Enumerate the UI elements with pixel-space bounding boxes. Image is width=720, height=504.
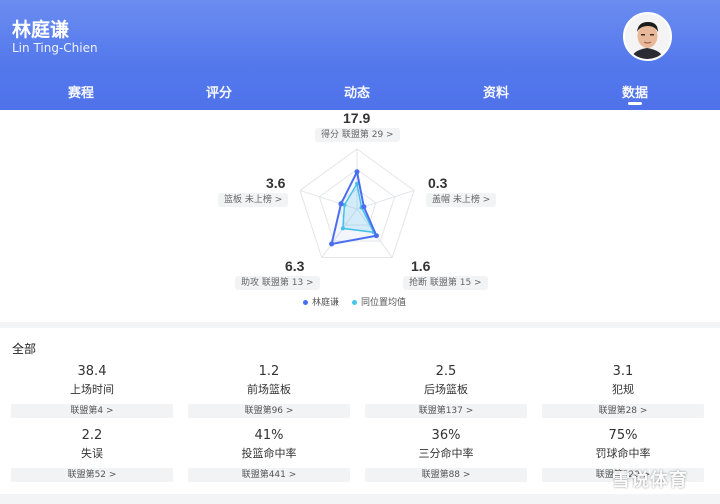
- stat-rank[interactable]: 联盟第441 >: [188, 468, 350, 482]
- stat-label: 投篮命中率: [241, 447, 297, 460]
- tab-bar: 赛程 评分 动态 资料 数据: [0, 74, 720, 108]
- stat-rank[interactable]: 联盟第96 >: [188, 404, 350, 418]
- stat-card[interactable]: 36% 三分命中率 联盟第88 >: [365, 428, 527, 482]
- stat-value: 2.2: [81, 428, 103, 443]
- tab-news[interactable]: 动态: [344, 82, 370, 101]
- stat-label: 后场篮板: [424, 383, 468, 396]
- stat-value: 41%: [254, 428, 284, 443]
- radar-legend-player: 林庭谦: [303, 295, 339, 308]
- radar-label-assist[interactable]: 助攻 联盟第 13 >: [235, 276, 320, 290]
- stat-label: 失误: [81, 447, 103, 460]
- radar-label-score[interactable]: 得分 联盟第 29 >: [315, 128, 400, 142]
- player-header: 林庭谦 Lin Ting-Chien 赛程 评分 动态 资料 数据: [0, 0, 720, 110]
- radar-value-assist: 6.3: [285, 258, 305, 274]
- stat-value: 2.5: [435, 364, 457, 379]
- stat-rank[interactable]: 联盟第52 >: [11, 468, 173, 482]
- stat-rank[interactable]: 联盟第88 >: [365, 468, 527, 482]
- radar-value-block: 0.3: [428, 175, 448, 191]
- watermark: 雪说体育: [612, 470, 688, 491]
- stat-card[interactable]: 2.5 后场篮板 联盟第137 >: [365, 364, 527, 418]
- radar-label-block[interactable]: 盖帽 未上榜 >: [426, 193, 497, 207]
- active-tab-indicator: [628, 102, 642, 105]
- stat-label: 罚球命中率: [595, 447, 651, 460]
- tab-profile[interactable]: 资料: [483, 82, 509, 101]
- stat-label: 前场篮板: [247, 383, 291, 396]
- radar-label-steal[interactable]: 抢断 联盟第 15 >: [403, 276, 488, 290]
- radar-label-rebound[interactable]: 篮板 未上榜 >: [218, 193, 289, 207]
- stat-value: 36%: [431, 428, 461, 443]
- stat-value: 1.2: [258, 364, 280, 379]
- section-title: 全部: [12, 342, 37, 356]
- avatar-portrait-icon: [625, 14, 670, 59]
- player-avatar[interactable]: [623, 12, 672, 61]
- stat-rank[interactable]: 联盟第137 >: [365, 404, 527, 418]
- section-divider: [0, 322, 720, 328]
- tab-rating[interactable]: 评分: [206, 82, 232, 101]
- radar-value-rebound: 3.6: [266, 175, 286, 191]
- player-name-en: Lin Ting-Chien: [12, 41, 98, 55]
- tab-stats[interactable]: 数据: [622, 82, 648, 101]
- bottom-bar: [0, 494, 720, 504]
- legend-dot-icon: [352, 300, 357, 305]
- radar-value-steal: 1.6: [411, 258, 431, 274]
- legend-dot-icon: [303, 300, 308, 305]
- stat-value: 3.1: [612, 364, 634, 379]
- tab-schedule[interactable]: 赛程: [68, 82, 94, 101]
- stat-value: 75%: [608, 428, 638, 443]
- player-name: 林庭谦: [12, 19, 70, 41]
- radar-legend-avg: 同位置均值: [352, 295, 406, 308]
- stat-card[interactable]: 2.2 失误 联盟第52 >: [11, 428, 173, 482]
- stat-card[interactable]: 1.2 前场篮板 联盟第96 >: [188, 364, 350, 418]
- stat-card[interactable]: 38.4 上场时间 联盟第4 >: [11, 364, 173, 418]
- stat-label: 上场时间: [70, 383, 114, 396]
- stat-rank[interactable]: 联盟第4 >: [11, 404, 173, 418]
- stat-label: 三分命中率: [418, 447, 474, 460]
- stat-card[interactable]: 3.1 犯规 联盟第28 >: [542, 364, 704, 418]
- stat-rank[interactable]: 联盟第28 >: [542, 404, 704, 418]
- stat-card[interactable]: 41% 投篮命中率 联盟第441 >: [188, 428, 350, 482]
- stat-label: 犯规: [612, 383, 634, 396]
- stat-value: 38.4: [77, 364, 107, 379]
- radar-value-score: 17.9: [343, 110, 371, 126]
